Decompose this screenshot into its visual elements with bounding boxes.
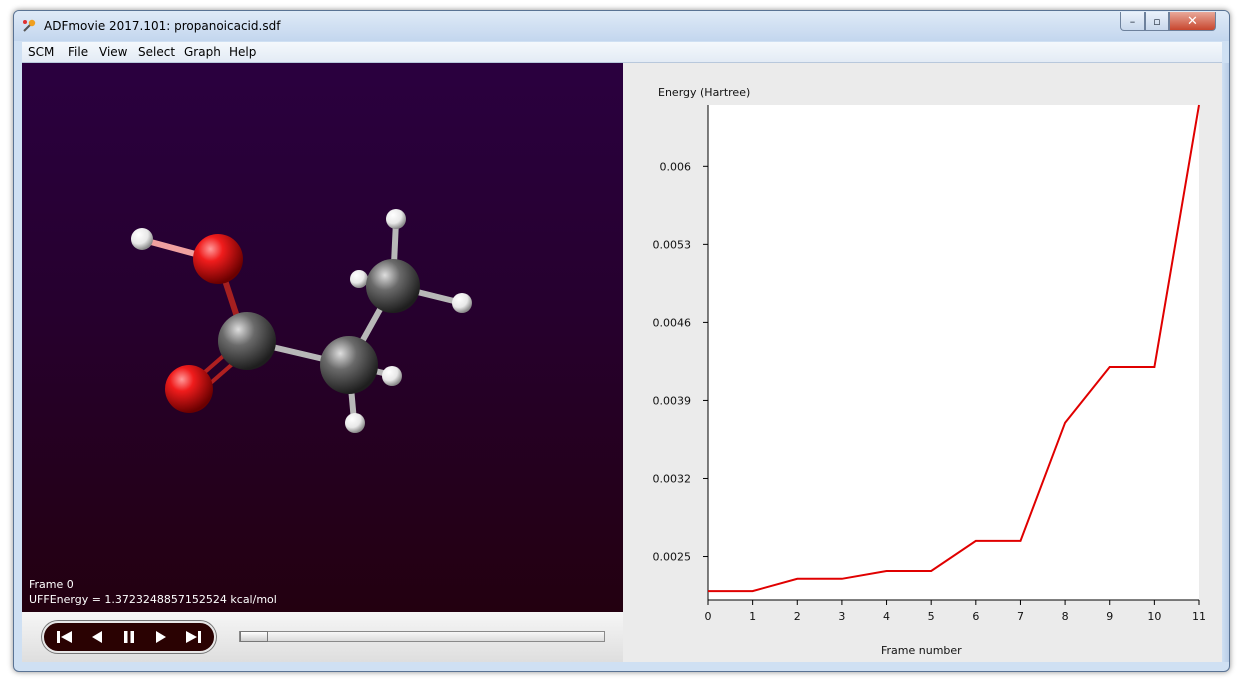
menu-view[interactable]: View [99,45,127,59]
y-tick-label: 0.0046 [653,316,692,329]
app-icon [23,19,36,32]
skip-to-start-icon [57,631,72,643]
skip-to-start-button[interactable] [52,627,78,647]
y-tick-label: 0.0039 [653,394,692,407]
frame-label: Frame 0 [29,578,74,591]
menu-scm[interactable]: SCM [28,45,54,59]
hydrogen-atom-methylene-right [382,366,402,386]
carbon-atom-carboxyl [218,312,276,370]
carbon-atom-methyl [366,259,420,313]
skip-to-end-button[interactable] [180,627,206,647]
x-tick-label: 2 [794,610,801,623]
app-window: ADFmovie 2017.101: propanoicacid.sdf – ▫… [13,10,1230,672]
menu-help[interactable]: Help [229,45,256,59]
title-bar[interactable]: ADFmovie 2017.101: propanoicacid.sdf – ▫… [14,11,1229,41]
y-tick-label: 0.006 [660,160,692,173]
close-icon: ✕ [1187,13,1198,29]
x-tick-label: 3 [838,610,845,623]
hydrogen-atom-methyl-right [452,293,472,313]
y-tick-label: 0.0053 [653,238,692,251]
x-tick-label: 8 [1062,610,1069,623]
hydrogen-atom-methylene-down [345,413,365,433]
plot-area [708,105,1199,600]
menu-graph[interactable]: Graph [184,45,221,59]
pause-icon [124,631,134,643]
oxygen-atom-hydroxyl [193,234,243,284]
playback-controls [22,612,623,662]
x-tick-label: 10 [1147,610,1161,623]
x-tick-label: 6 [972,610,979,623]
energy-chart[interactable]: 0.006 0.0053 0.0046 0.0039 0.0032 0.0025 0 1 2 3 4… [623,63,1222,662]
menu-bar: SCM File View Select Graph Help [22,42,1222,63]
hydrogen-atom-methyl-top [386,209,406,229]
carbon-atom-methylene [320,336,378,394]
frame-slider-handle[interactable] [240,631,268,642]
frame-slider[interactable] [239,631,605,642]
x-tick-label: 0 [705,610,712,623]
menu-select[interactable]: Select [138,45,175,59]
maximize-icon: ▫ [1153,14,1161,28]
step-back-button[interactable] [84,627,110,647]
hydrogen-atom-hydroxyl [131,228,153,250]
x-tick-label: 4 [883,610,890,623]
x-tick-label: 9 [1106,610,1113,623]
play-button[interactable] [148,627,174,647]
energy-graph-panel: Energy (Hartree) Frame number 0.006 0.005… [623,63,1222,662]
maximize-button[interactable]: ▫ [1145,12,1169,31]
window-right-edge [1222,63,1229,662]
x-tick-label: 11 [1192,610,1206,623]
minimize-button[interactable]: – [1120,12,1145,31]
minimize-icon: – [1129,14,1136,28]
transport-bar [42,621,216,653]
hydrogen-atom-methyl-left [350,270,368,288]
molecule-render[interactable] [22,63,623,612]
oxygen-atom-carbonyl [165,365,213,413]
molecule-viewer[interactable]: Frame 0 UFFEnergy = 1.3723248857152524 k… [22,63,623,612]
step-back-icon [92,631,102,643]
energy-label: UFFEnergy = 1.3723248857152524 kcal/mol [29,593,277,606]
x-tick-label: 5 [928,610,935,623]
skip-to-end-icon [186,631,201,643]
play-icon [156,631,166,643]
y-tick-label: 0.0032 [653,472,692,485]
close-button[interactable]: ✕ [1169,12,1216,31]
x-tick-label: 7 [1017,610,1024,623]
x-tick-label: 1 [749,610,756,623]
y-tick-label: 0.0025 [653,551,692,564]
window-title: ADFmovie 2017.101: propanoicacid.sdf [44,19,281,33]
menu-file[interactable]: File [68,45,88,59]
pause-button[interactable] [116,627,142,647]
